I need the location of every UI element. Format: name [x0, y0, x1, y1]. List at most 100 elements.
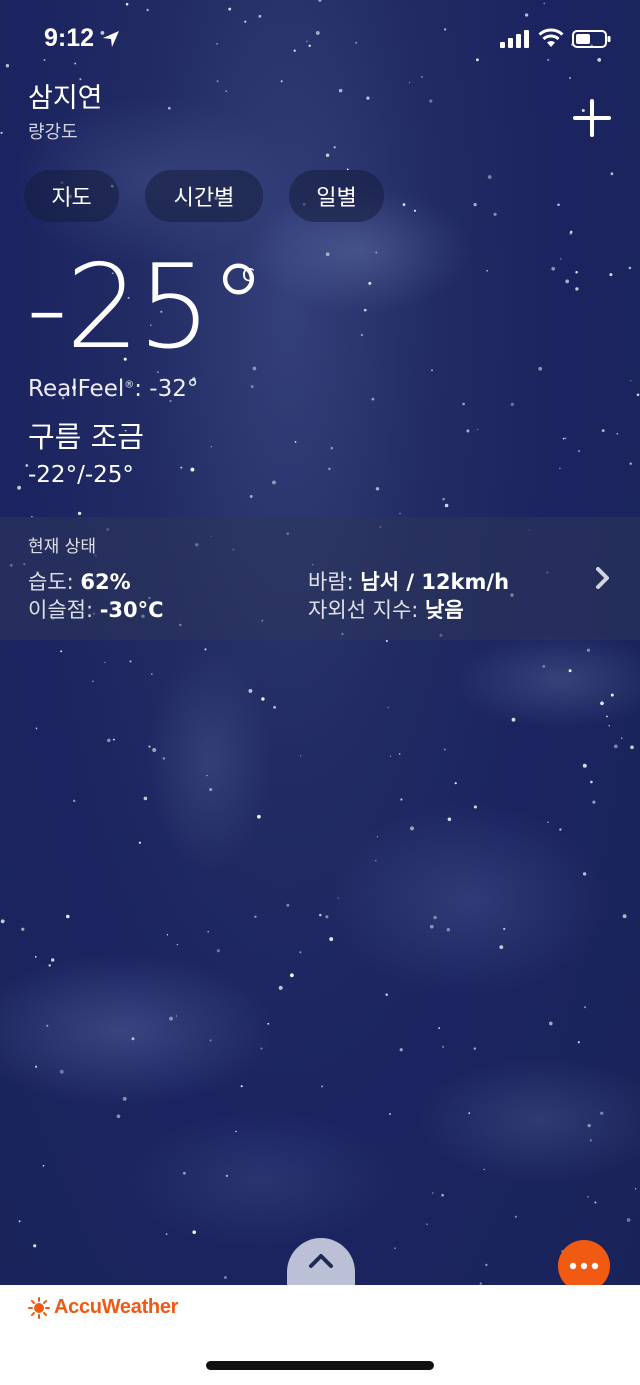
star — [165, 1233, 168, 1236]
star — [92, 680, 94, 683]
star — [216, 80, 219, 83]
expand-button[interactable] — [287, 1238, 355, 1286]
panel-title: 현재 상태 — [28, 537, 96, 557]
star — [630, 380, 632, 382]
humidity-label: 습도: — [28, 570, 81, 594]
star — [398, 753, 401, 755]
star — [622, 914, 627, 919]
star — [175, 1015, 178, 1017]
star — [597, 58, 602, 62]
star — [167, 106, 171, 110]
star — [575, 270, 578, 274]
star — [325, 252, 330, 257]
star — [636, 393, 640, 397]
star — [182, 1171, 186, 1175]
chevron-right-icon[interactable] — [594, 566, 612, 590]
star — [337, 897, 339, 899]
star — [562, 437, 565, 440]
star — [0, 131, 3, 135]
star — [294, 441, 297, 443]
star — [590, 780, 593, 784]
star — [583, 1006, 587, 1009]
home-indicator[interactable] — [206, 1361, 434, 1370]
star — [608, 724, 610, 727]
star — [0, 919, 5, 924]
star — [204, 648, 207, 651]
star — [169, 1016, 173, 1021]
star — [375, 859, 377, 862]
star — [438, 1027, 441, 1029]
star — [475, 58, 479, 62]
star — [613, 744, 618, 749]
star — [594, 1201, 597, 1204]
tab-hourly[interactable]: 시간별 — [145, 170, 263, 222]
star — [250, 385, 254, 389]
star — [483, 1168, 485, 1171]
star — [122, 1096, 127, 1101]
star — [443, 748, 446, 751]
star — [511, 717, 516, 722]
star — [577, 1041, 580, 1044]
star — [389, 1113, 391, 1115]
realfeel-value: : -32° — [134, 376, 199, 402]
brand-name: AccuWeather — [54, 1296, 179, 1318]
star — [421, 76, 423, 78]
star — [293, 49, 296, 52]
status-time: 9:12 — [44, 24, 95, 52]
star — [473, 1047, 476, 1050]
star — [176, 943, 179, 946]
sun-logo-icon — [28, 1296, 50, 1319]
star — [630, 745, 634, 750]
star — [606, 715, 608, 718]
star — [162, 757, 166, 760]
star — [355, 41, 358, 44]
plus-icon[interactable] — [570, 96, 614, 140]
star — [225, 90, 228, 93]
star — [278, 985, 283, 990]
star — [33, 1244, 37, 1248]
star — [261, 697, 265, 701]
star — [387, 706, 389, 709]
star — [446, 927, 451, 932]
star — [240, 1085, 243, 1088]
star — [272, 480, 276, 485]
star — [74, 62, 77, 65]
star — [116, 1114, 121, 1119]
star — [413, 209, 417, 212]
star — [308, 44, 311, 47]
star — [48, 964, 51, 967]
star — [244, 20, 247, 23]
star — [589, 1139, 592, 1142]
star — [34, 956, 37, 958]
temperature-unit: C — [242, 265, 255, 286]
star — [368, 281, 372, 285]
star — [192, 1230, 196, 1234]
star — [363, 308, 367, 312]
star — [366, 96, 370, 100]
tab-daily[interactable]: 일별 — [289, 170, 384, 222]
star — [235, 1130, 237, 1133]
tab-map[interactable]: 지도 — [24, 170, 119, 222]
star — [18, 1220, 21, 1223]
star — [551, 266, 556, 271]
star — [559, 467, 561, 470]
star — [280, 80, 283, 83]
star — [146, 8, 149, 12]
star — [626, 1218, 631, 1222]
star — [569, 76, 571, 79]
star — [260, 1047, 263, 1050]
star — [389, 755, 392, 757]
star — [629, 462, 632, 465]
star — [410, 826, 414, 831]
star — [267, 1022, 270, 1025]
dew-point: 이슬점: -30°C — [28, 594, 164, 624]
star — [338, 88, 343, 93]
star — [206, 774, 208, 777]
star — [399, 1048, 403, 1052]
star — [616, 432, 619, 435]
star — [468, 1112, 471, 1114]
realfeel: RealFeel®: -32° — [28, 376, 198, 402]
current-temperature: -25° — [26, 240, 267, 375]
star — [628, 266, 632, 270]
accuweather-logo[interactable]: AccuWeather — [28, 1296, 178, 1319]
